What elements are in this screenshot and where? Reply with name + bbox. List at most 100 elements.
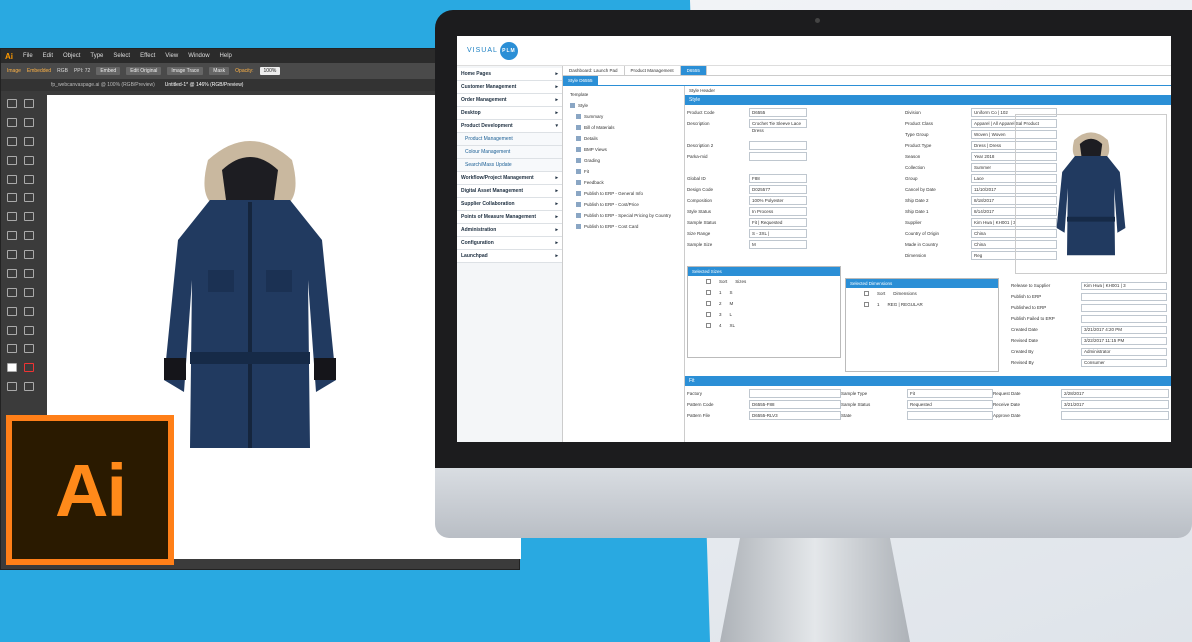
pencil-tool-icon[interactable] (24, 174, 34, 184)
tab-style[interactable]: Style D6555 (563, 76, 598, 85)
menu-effect[interactable]: Effect (140, 53, 155, 59)
field-input[interactable]: Kim Hwa | KH001 | 3 (1081, 281, 1167, 290)
field-input[interactable]: D6555-F88 (749, 400, 841, 409)
magic-wand-tool-icon[interactable] (7, 117, 17, 127)
row-checkbox[interactable] (706, 323, 711, 328)
nav-supplier-collab[interactable]: Supplier Collaboration ▸ (457, 198, 562, 211)
screen-mode-icon[interactable] (24, 382, 34, 392)
field-input[interactable]: Fit | Requested (749, 218, 807, 227)
nav-product-management[interactable]: Product Management (457, 133, 562, 146)
nav-digital-asset[interactable]: Digital Asset Management ▸ (457, 185, 562, 198)
fill-swatch-icon[interactable] (7, 363, 17, 373)
nav-desktop[interactable]: Desktop ▸ (457, 107, 562, 120)
eraser-tool-icon[interactable] (24, 193, 34, 203)
tree-item[interactable]: Feedback (566, 177, 681, 188)
field-input[interactable] (907, 411, 993, 420)
field-input[interactable]: Fit (907, 389, 993, 398)
tab-doc-1[interactable]: fp_webcanvaspage.ai @ 100% (RGB/Preview) (51, 82, 155, 88)
menu-edit[interactable]: Edit (43, 53, 53, 59)
field-input[interactable] (749, 152, 807, 161)
lasso-tool-icon[interactable] (24, 117, 34, 127)
pen-tool-icon[interactable] (7, 136, 17, 146)
tree-item[interactable]: Bill of Materials (566, 122, 681, 133)
field-input[interactable] (1061, 411, 1169, 420)
crumb-style[interactable]: D6555 (680, 66, 707, 75)
scale-tool-icon[interactable] (24, 212, 34, 222)
shape-builder-tool-icon[interactable] (7, 250, 17, 259)
field-input[interactable] (749, 141, 807, 150)
type-tool-icon[interactable] (24, 136, 34, 146)
nav-colour-management[interactable]: Colour Management (457, 146, 562, 159)
stroke-swatch-icon[interactable] (24, 363, 34, 373)
nav-customer-management[interactable]: Customer Management ▸ (457, 81, 562, 94)
selection-tool-icon[interactable] (7, 99, 17, 108)
graph-tool-icon[interactable] (24, 306, 34, 316)
image-trace-button[interactable]: Image Trace (167, 67, 204, 75)
row-checkbox[interactable] (864, 302, 869, 307)
menu-window[interactable]: Window (188, 53, 209, 59)
nav-home-pages[interactable]: Home Pages ▸ (457, 68, 562, 81)
field-input[interactable]: 3/22/2017 11:15 PM (1081, 336, 1167, 345)
table-row[interactable]: 3L (688, 309, 840, 320)
field-input[interactable]: M (749, 240, 807, 249)
table-row[interactable]: 1 REG | REGULAR (846, 299, 998, 310)
width-tool-icon[interactable] (7, 231, 17, 241)
embed-button[interactable]: Embed (96, 67, 121, 75)
menu-type[interactable]: Type (90, 53, 103, 59)
draw-mode-icon[interactable] (7, 382, 17, 392)
hand-tool-icon[interactable] (7, 344, 17, 354)
table-row[interactable]: 2M (688, 298, 840, 309)
menu-view[interactable]: View (165, 53, 178, 59)
free-transform-tool-icon[interactable] (24, 231, 34, 241)
perspective-tool-icon[interactable] (24, 250, 34, 259)
tree-item[interactable]: Publish to ERP - General Info (566, 188, 681, 199)
field-input[interactable] (749, 389, 841, 398)
menu-object[interactable]: Object (63, 53, 80, 59)
field-input[interactable]: Consumer (1081, 358, 1167, 367)
direct-selection-tool-icon[interactable] (24, 99, 34, 108)
eyedropper-tool-icon[interactable] (7, 287, 17, 297)
field-input[interactable] (1081, 292, 1167, 301)
field-input[interactable]: D6555-RLV3 (749, 411, 841, 420)
shaper-tool-icon[interactable] (7, 193, 17, 203)
artboard-tool-icon[interactable] (7, 325, 17, 335)
field-input[interactable]: Crochet Tie Sleeve Lace Dress (749, 119, 807, 133)
field-input[interactable]: S - 3XL | (749, 229, 807, 238)
nav-search-mass-update[interactable]: Search/Mass Update (457, 159, 562, 172)
field-input[interactable]: In Process (749, 207, 807, 216)
row-checkbox[interactable] (706, 290, 711, 295)
nav-workflow[interactable]: Workflow/Project Management ▸ (457, 172, 562, 185)
table-row[interactable]: 4 XL (688, 320, 840, 331)
tree-item[interactable]: Details (566, 133, 681, 144)
opacity-field[interactable]: 100% (259, 67, 281, 75)
menu-help[interactable]: Help (220, 53, 232, 59)
tree-item[interactable]: Publish to ERP - Special Pricing by Coun… (566, 210, 681, 221)
crumb-dashboard[interactable]: Dashboard: Launch Pad (563, 66, 625, 75)
table-row[interactable]: 1S (688, 287, 840, 298)
nav-launchpad[interactable]: Launchpad ▸ (457, 250, 562, 263)
field-input[interactable]: Requested (907, 400, 993, 409)
tree-item-style[interactable]: Style (566, 100, 681, 111)
tree-item[interactable]: Grading (566, 155, 681, 166)
field-input[interactable]: F88 (749, 174, 807, 183)
select-all-checkbox[interactable] (864, 291, 869, 296)
field-input[interactable]: D025577 (749, 185, 807, 194)
tab-doc-2[interactable]: Untitled-1* @ 146% (RGB/Preview) (165, 82, 244, 88)
nav-configuration[interactable]: Configuration ▸ (457, 237, 562, 250)
gradient-tool-icon[interactable] (24, 268, 34, 278)
nav-pom[interactable]: Points of Measure Management ▸ (457, 211, 562, 224)
tree-item[interactable]: Publish to ERP - Cost Card (566, 221, 681, 232)
field-input[interactable]: 3/21/2017 (1061, 400, 1169, 409)
blend-tool-icon[interactable] (24, 287, 34, 297)
mesh-tool-icon[interactable] (7, 268, 17, 278)
tree-item[interactable]: Publish to ERP - Cost/Price (566, 199, 681, 210)
menu-file[interactable]: File (23, 53, 33, 59)
tree-item[interactable]: Summary (566, 111, 681, 122)
crumb-product-management[interactable]: Product Management (625, 66, 681, 75)
nav-product-development[interactable]: Product Development ▾ (457, 120, 562, 133)
nav-administration[interactable]: Administration ▸ (457, 224, 562, 237)
symbol-sprayer-tool-icon[interactable] (7, 306, 17, 316)
select-all-checkbox[interactable] (706, 279, 711, 284)
field-input[interactable]: 3/21/2017 4:20 PM (1081, 325, 1167, 334)
mask-button[interactable]: Mask (209, 67, 230, 75)
